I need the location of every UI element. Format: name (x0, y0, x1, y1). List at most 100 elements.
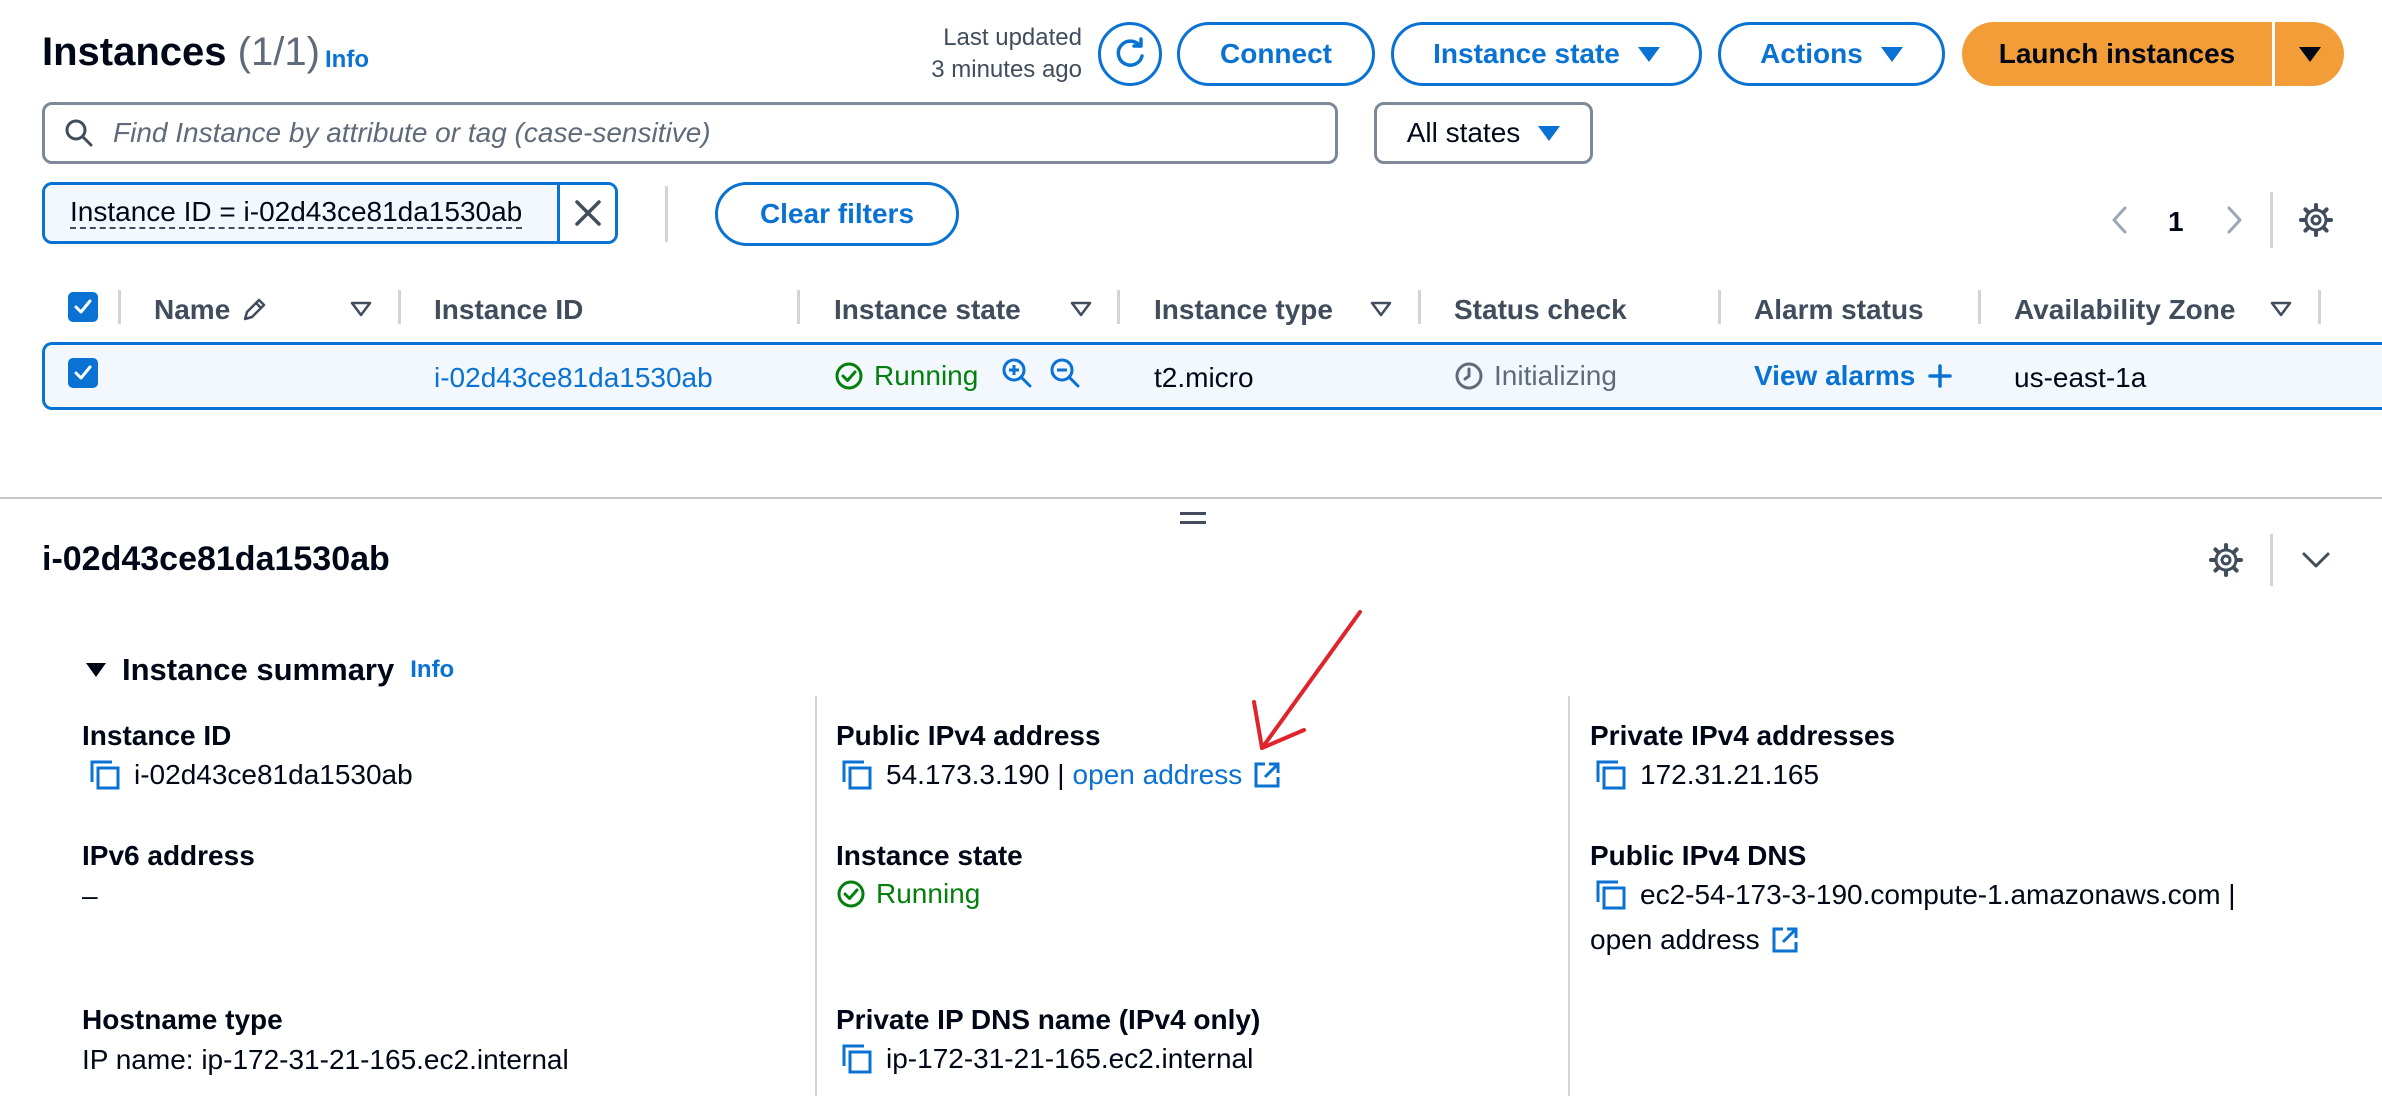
view-alarms-link[interactable]: View alarms (1754, 360, 1953, 392)
open-address-link[interactable]: open address (1073, 759, 1283, 791)
pagination-divider (2270, 192, 2273, 248)
copy-icon[interactable] (1594, 758, 1628, 792)
caret-down-icon (1637, 46, 1660, 62)
filter-token-text[interactable]: Instance ID = i-02d43ce81da1530ab (70, 197, 523, 229)
search-icon (65, 119, 93, 147)
detail-title: i-02d43ce81da1530ab (42, 540, 390, 578)
copy-icon[interactable] (1594, 878, 1628, 912)
column-header-name[interactable]: Name (154, 294, 268, 326)
plus-icon (1928, 364, 1953, 388)
search-input[interactable]: Find Instance by attribute or tag (case-… (42, 102, 1338, 164)
summary-header[interactable]: Instance summary Info (84, 652, 454, 688)
sort-caret-icon[interactable] (1070, 300, 1092, 318)
page-number[interactable]: 1 (2168, 206, 2184, 238)
caret-down-icon (2298, 46, 2321, 62)
column-divider (1568, 696, 1570, 1096)
ipv6-value: – (82, 880, 98, 911)
filter-divider (665, 186, 668, 242)
caret-down-icon (1538, 125, 1561, 141)
actions-button[interactable]: Actions (1718, 22, 1945, 86)
public-dns-label: Public IPv4 DNS (1590, 840, 1807, 871)
instance-id-value: i-02d43ce81da1530ab (88, 758, 413, 792)
open-address-label-2: open address (1590, 924, 1760, 955)
copy-icon[interactable] (88, 758, 122, 792)
column-separator (1978, 290, 1981, 324)
column-separator (797, 290, 800, 324)
column-divider (815, 696, 817, 1096)
resize-handle-icon[interactable] (1180, 512, 1206, 528)
close-icon (574, 200, 601, 226)
copy-icon[interactable] (840, 758, 874, 792)
launch-dropdown-button[interactable] (2275, 22, 2344, 86)
pencil-icon (244, 298, 266, 321)
launch-instances-button[interactable]: Launch instances (1962, 22, 2272, 86)
detail-header-divider (2270, 534, 2273, 586)
summary-title: Instance summary (122, 652, 395, 687)
row-instance-id-link[interactable]: i-02d43ce81da1530ab (434, 362, 713, 394)
filter-token: Instance ID = i-02d43ce81da1530ab (42, 182, 618, 244)
last-updated-time: 3 minutes ago (931, 56, 1082, 83)
column-header-status-check[interactable]: Status check (1454, 294, 1627, 326)
connect-button[interactable]: Connect (1177, 22, 1375, 86)
instance-id-label: Instance ID (82, 720, 232, 751)
sort-caret-icon[interactable] (2270, 300, 2292, 318)
chevron-down-icon[interactable] (2300, 548, 2332, 572)
instance-count: (1/1) (237, 30, 320, 74)
instance-state-label: Instance state (1433, 38, 1620, 69)
column-separator (1718, 290, 1721, 324)
clear-filters-button[interactable]: Clear filters (715, 182, 959, 246)
status-success-icon (837, 880, 865, 908)
column-header-availability-zone[interactable]: Availability Zone (2014, 294, 2235, 326)
column-header-alarm-status[interactable]: Alarm status (1754, 294, 1924, 326)
view-alarms-label: View alarms (1754, 360, 1916, 391)
hostname-value: IP name: ip-172-31-21-165.ec2.internal (82, 1044, 569, 1075)
column-header-instance-state[interactable]: Instance state (834, 294, 1021, 326)
row-availability-zone: us-east-1a (2014, 362, 2147, 393)
copy-icon[interactable] (840, 1042, 874, 1076)
row-status-text: Initializing (1494, 360, 1617, 391)
gear-icon[interactable] (2298, 202, 2334, 238)
caret-down-icon (1880, 46, 1903, 62)
column-header-instance-type[interactable]: Instance type (1154, 294, 1333, 326)
sort-caret-icon[interactable] (350, 300, 372, 318)
status-success-icon (835, 362, 863, 390)
column-separator (118, 290, 121, 324)
annotation-arrow (1252, 610, 1362, 750)
split-panel-border (0, 497, 2382, 499)
column-separator (1418, 290, 1421, 324)
gear-icon[interactable] (2208, 542, 2244, 578)
row-instance-state: Running (834, 360, 978, 392)
filter-token-text-wrap: Instance ID = i-02d43ce81da1530ab (45, 185, 557, 241)
external-link-icon (1772, 927, 1798, 953)
open-address-label: open address (1072, 759, 1243, 790)
public-ipv4-label: Public IPv4 address (836, 720, 1101, 751)
external-link-icon (1254, 762, 1280, 788)
states-select-value: All states (1406, 117, 1521, 148)
private-dns-text: ip-172-31-21-165.ec2.internal (886, 1043, 1254, 1074)
zoom-out-icon[interactable] (1048, 356, 1082, 390)
column-separator (1117, 290, 1120, 324)
states-select[interactable]: All states (1374, 102, 1593, 164)
row-checkbox[interactable] (68, 358, 98, 388)
instance-state-button[interactable]: Instance state (1391, 22, 1702, 86)
summary-info-link[interactable]: Info (410, 656, 454, 684)
row-state-text: Running (874, 360, 979, 391)
column-header-instance-id[interactable]: Instance ID (434, 294, 583, 326)
select-all-checkbox[interactable] (68, 292, 98, 322)
instance-state-text: Running (876, 878, 981, 909)
refresh-icon (1116, 37, 1144, 67)
row-status-check: Initializing (1454, 360, 1617, 392)
private-ipv4-text: 172.31.21.165 (1640, 759, 1820, 790)
public-ipv4-value: 54.173.3.190 | open address (840, 758, 1282, 792)
public-dns-text: ec2-54-173-3-190.compute-1.amazonaws.com… (1640, 879, 2236, 910)
private-dns-label: Private IP DNS name (IPv4 only) (836, 1004, 1261, 1035)
refresh-button[interactable] (1098, 22, 1162, 86)
sort-caret-icon[interactable] (1370, 300, 1392, 318)
zoom-in-icon[interactable] (1000, 356, 1034, 390)
info-link[interactable]: Info (325, 46, 369, 74)
chevron-left-icon[interactable] (2108, 204, 2132, 236)
open-address-link-2[interactable]: open address (1590, 924, 1800, 956)
remove-filter-button[interactable] (560, 185, 615, 241)
instance-state-label: Instance state (836, 840, 1023, 871)
chevron-right-icon[interactable] (2222, 204, 2246, 236)
